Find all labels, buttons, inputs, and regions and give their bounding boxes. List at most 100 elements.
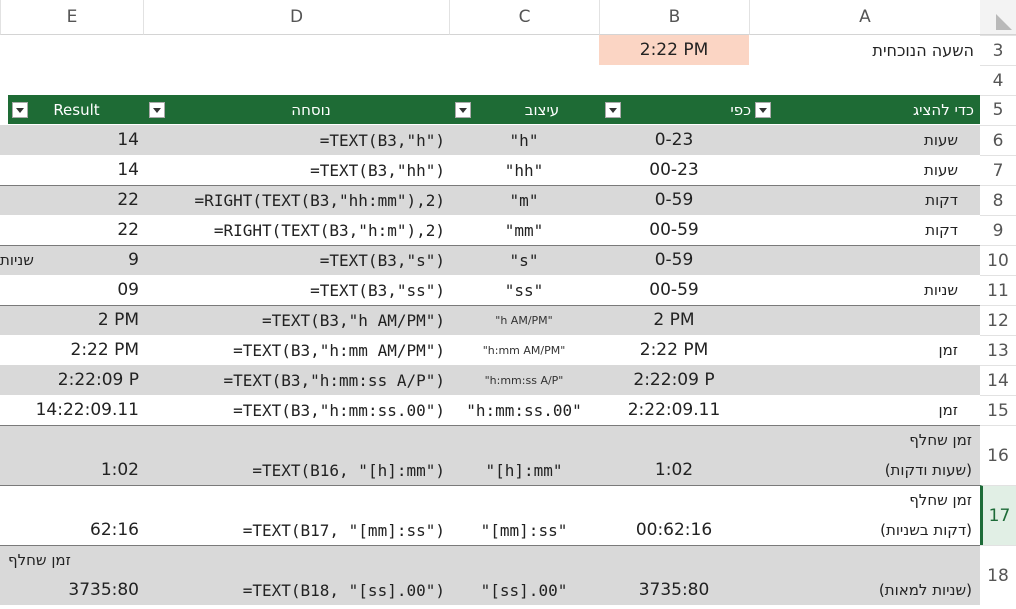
- result-cell[interactable]: 09: [0, 275, 143, 305]
- current-time-cell[interactable]: 2:22 PM: [599, 35, 749, 65]
- row-header-13[interactable]: 13: [980, 335, 1016, 365]
- format-cell[interactable]: "h AM/PM": [449, 305, 599, 335]
- result-cell[interactable]: 2:22:09 P: [0, 365, 143, 395]
- result-cell[interactable]: 22: [0, 215, 143, 245]
- label-cell[interactable]: (דקות בשניות): [749, 515, 980, 545]
- value-cell[interactable]: 2 PM: [599, 305, 749, 335]
- result-cell[interactable]: 9: [0, 245, 143, 275]
- value-cell[interactable]: 00-59: [599, 275, 749, 305]
- column-header-D[interactable]: D: [143, 0, 449, 35]
- row-header-8[interactable]: 8: [980, 185, 1016, 215]
- formula-cell[interactable]: =TEXT(B17, "[mm]:ss"): [143, 515, 449, 545]
- format-cell[interactable]: "h:mm:ss.00": [449, 395, 599, 425]
- formula-cell[interactable]: =TEXT(B3,"h:mm AM/PM"): [143, 335, 449, 365]
- row-header-5[interactable]: 5: [980, 95, 1016, 124]
- value-cell[interactable]: 2:22:09 P: [599, 365, 749, 395]
- header-format[interactable]: עיצוב: [475, 95, 625, 124]
- label-cell[interactable]: זמן: [749, 335, 980, 365]
- header-result[interactable]: Result: [8, 95, 169, 124]
- format-cell[interactable]: "[ss].00": [449, 575, 599, 605]
- format-cell[interactable]: "[mm]:ss": [449, 515, 599, 545]
- header-format-label: עיצוב: [524, 100, 560, 119]
- value-cell[interactable]: 00-23: [599, 155, 749, 185]
- label-cell[interactable]: דקות: [749, 215, 980, 245]
- label-cell[interactable]: שעות: [749, 125, 980, 155]
- current-time-label[interactable]: השעה הנוכחית: [749, 35, 980, 65]
- formula-cell[interactable]: =TEXT(B3,"ss"): [143, 275, 449, 305]
- result-cell[interactable]: 14:22:09.11: [0, 395, 143, 425]
- result-cell[interactable]: 1:02: [0, 455, 143, 485]
- select-all-corner[interactable]: [980, 0, 1016, 35]
- column-header-E[interactable]: E: [0, 0, 143, 35]
- row-header-15[interactable]: 15: [980, 395, 1016, 425]
- result-cell[interactable]: 14: [0, 125, 143, 155]
- row-header-4[interactable]: 4: [980, 65, 1016, 95]
- result-cell[interactable]: 2:22 PM: [0, 335, 143, 365]
- value-cell[interactable]: 0-23: [599, 125, 749, 155]
- format-cell[interactable]: "m": [449, 185, 599, 215]
- result-cell[interactable]: 3735:80: [0, 575, 143, 605]
- format-cell[interactable]: "h": [449, 125, 599, 155]
- format-cell[interactable]: "hh": [449, 155, 599, 185]
- label-cell[interactable]: שניות: [749, 275, 980, 305]
- label-cell[interactable]: זמן שחלף: [749, 425, 980, 455]
- row-header-12[interactable]: 12: [980, 305, 1016, 335]
- format-cell[interactable]: "[h]:mm": [449, 455, 599, 485]
- row-header-3[interactable]: 3: [980, 35, 1016, 65]
- formula-cell[interactable]: =TEXT(B3,"s"): [143, 245, 449, 275]
- formula-cell[interactable]: =TEXT(B3,"hh"): [143, 155, 449, 185]
- column-header-B[interactable]: B: [599, 0, 749, 35]
- value-cell[interactable]: 2:22:09.11: [599, 395, 749, 425]
- format-cell[interactable]: "s": [449, 245, 599, 275]
- formula-cell[interactable]: =TEXT(B3,"h"): [143, 125, 449, 155]
- filter-dropdown-icon[interactable]: [12, 101, 28, 118]
- value-cell[interactable]: 0-59: [599, 185, 749, 215]
- formula-cell[interactable]: =RIGHT(TEXT(B3,"h:m"),2): [143, 215, 449, 245]
- label-cell[interactable]: זמן שחלף: [749, 485, 980, 515]
- label-cell[interactable]: דקות: [749, 185, 980, 215]
- filter-dropdown-icon[interactable]: [605, 101, 621, 118]
- label-cell[interactable]: שעות: [749, 155, 980, 185]
- column-header-C[interactable]: C: [449, 0, 599, 35]
- value-cell[interactable]: 1:02: [599, 455, 749, 485]
- row-header-16[interactable]: 16: [980, 425, 1016, 485]
- row-header-6[interactable]: 6: [980, 125, 1016, 155]
- label-cell[interactable]: זמן שחלף: [0, 545, 150, 575]
- filter-dropdown-icon[interactable]: [755, 101, 771, 118]
- format-cell[interactable]: "mm": [449, 215, 599, 245]
- row-header-9[interactable]: 9: [980, 215, 1016, 245]
- header-want[interactable]: כדי להציג: [775, 95, 980, 124]
- label-cell[interactable]: (שעות ודקות): [749, 455, 980, 485]
- format-cell[interactable]: "h:mm:ss A/P": [449, 365, 599, 395]
- format-cell[interactable]: "h:mm AM/PM": [449, 335, 599, 365]
- formula-cell[interactable]: =RIGHT(TEXT(B3,"hh:mm"),2): [143, 185, 449, 215]
- formula-cell[interactable]: =TEXT(B16, "[h]:mm"): [143, 455, 449, 485]
- row-header-11[interactable]: 11: [980, 275, 1016, 305]
- label-cell[interactable]: זמן: [749, 395, 980, 425]
- row-header-18[interactable]: 18: [980, 545, 1016, 605]
- format-cell[interactable]: "ss": [449, 275, 599, 305]
- result-cell[interactable]: 62:16: [0, 515, 143, 545]
- formula-cell[interactable]: =TEXT(B3,"h AM/PM"): [143, 305, 449, 335]
- header-formula[interactable]: נוסחה: [169, 95, 475, 124]
- row-header-14[interactable]: 14: [980, 365, 1016, 395]
- row-header-17[interactable]: 17: [980, 485, 1016, 545]
- value-cell[interactable]: 00:62:16: [599, 515, 749, 545]
- filter-dropdown-icon[interactable]: [148, 101, 165, 118]
- label-cell[interactable]: (שניות למאות): [749, 575, 980, 605]
- value-cell[interactable]: 2:22 PM: [599, 335, 749, 365]
- formula-cell[interactable]: =TEXT(B3,"h:mm:ss A/P"): [143, 365, 449, 395]
- result-cell[interactable]: 14: [0, 155, 143, 185]
- value-cell[interactable]: 00-59: [599, 215, 749, 245]
- value-cell[interactable]: 3735:80: [599, 575, 749, 605]
- header-use[interactable]: כפי: [625, 95, 775, 124]
- filter-dropdown-icon[interactable]: [455, 101, 471, 118]
- result-cell[interactable]: 2 PM: [0, 305, 143, 335]
- formula-cell[interactable]: =TEXT(B18, "[ss].00"): [143, 575, 449, 605]
- formula-cell[interactable]: =TEXT(B3,"h:mm:ss.00"): [143, 395, 449, 425]
- value-cell[interactable]: 0-59: [599, 245, 749, 275]
- column-header-A[interactable]: A: [749, 0, 980, 35]
- result-cell[interactable]: 22: [0, 185, 143, 215]
- row-header-10[interactable]: 10: [980, 245, 1016, 275]
- row-header-7[interactable]: 7: [980, 155, 1016, 185]
